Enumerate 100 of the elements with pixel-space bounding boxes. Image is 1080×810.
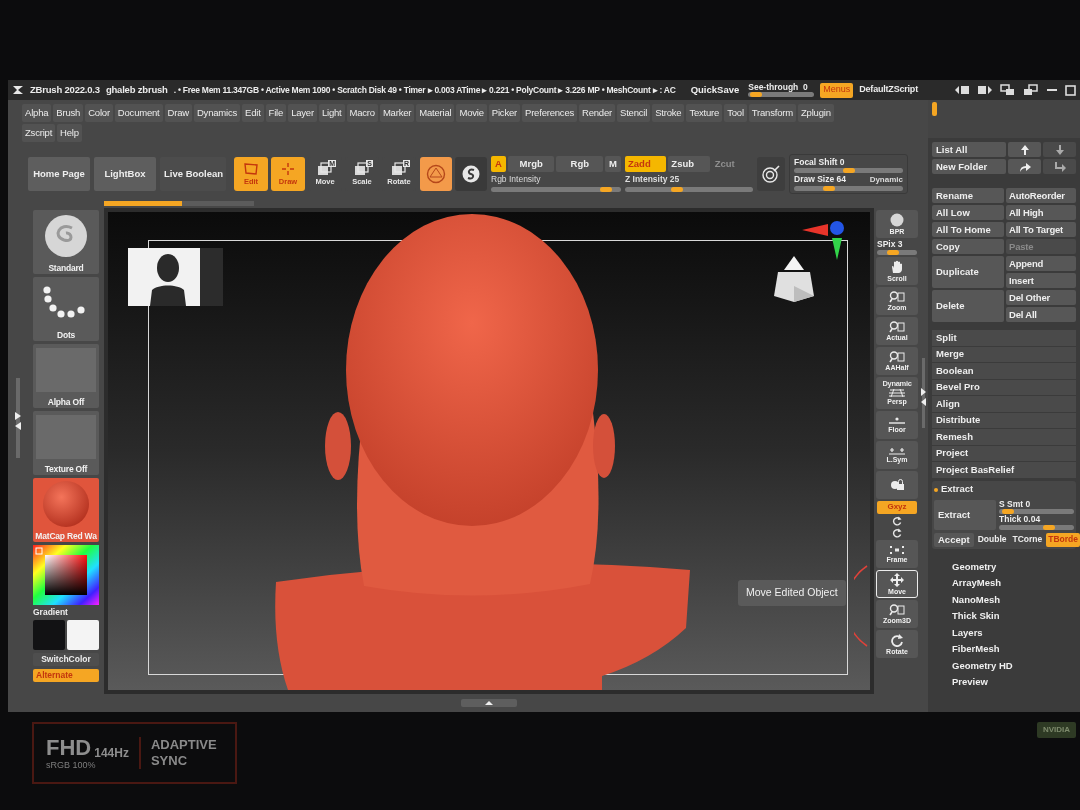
slider-thumb[interactable] xyxy=(886,249,899,255)
command-button[interactable]: Align xyxy=(932,396,1076,413)
menu-item[interactable]: Stencil xyxy=(617,104,651,122)
menu-item[interactable]: Stroke xyxy=(652,104,685,122)
focal-button[interactable] xyxy=(757,157,785,191)
menu-item[interactable]: Color xyxy=(85,104,113,122)
new-folder-button[interactable]: New Folder xyxy=(932,159,1006,174)
menu-item[interactable]: Zplugin xyxy=(797,104,834,122)
menu-item[interactable]: Zscript xyxy=(22,124,56,142)
menu-item[interactable]: Movie xyxy=(456,104,487,122)
action-button[interactable]: Insert xyxy=(1006,273,1076,288)
menu-item[interactable]: Document xyxy=(114,104,163,122)
rotate-arrow-icon[interactable] xyxy=(892,515,902,526)
gradient-button[interactable]: Gradient xyxy=(33,608,99,617)
slider-track[interactable] xyxy=(794,185,903,191)
shelf-item-button[interactable]: Texture Off xyxy=(33,411,99,475)
option-toggle[interactable]: TCorne xyxy=(1010,532,1045,547)
subpalette-item[interactable]: Layers xyxy=(952,624,1076,641)
shelf-item-button[interactable]: Alpha Off xyxy=(33,344,99,408)
action-button[interactable]: All To Target xyxy=(1006,222,1076,237)
color-swatch[interactable] xyxy=(33,619,65,650)
shelf-button[interactable]: Home Page xyxy=(28,157,90,191)
color-mode-button[interactable]: Rgb xyxy=(556,156,604,173)
menu-item[interactable]: Edit xyxy=(242,104,264,122)
menu-item[interactable]: Tool xyxy=(724,104,747,122)
stack-icon[interactable] xyxy=(1023,84,1039,96)
sphere-button[interactable] xyxy=(455,157,487,191)
slider-track[interactable] xyxy=(999,524,1074,530)
axis-gizmo-icon[interactable] xyxy=(802,220,846,260)
menu-item[interactable]: Material xyxy=(416,104,455,122)
arrow-button[interactable] xyxy=(1008,159,1041,174)
shelf-toggle[interactable]: Live Boolean xyxy=(160,157,226,191)
slider-thumb[interactable] xyxy=(842,168,855,173)
accept-button[interactable]: Accept xyxy=(934,532,974,547)
menu-item[interactable]: Picker xyxy=(488,104,520,122)
menu-item[interactable]: Draw xyxy=(164,104,192,122)
subpalette-item[interactable]: FiberMesh xyxy=(952,641,1076,658)
subpalette-item[interactable]: ArrayMesh xyxy=(952,575,1076,592)
menu-item[interactable]: Texture xyxy=(686,104,723,122)
maximize-icon[interactable] xyxy=(1065,84,1076,96)
shelf-item-button[interactable]: Dots xyxy=(33,277,99,341)
slider-thumb[interactable] xyxy=(1043,524,1056,530)
slider-thumb[interactable] xyxy=(671,186,684,192)
slider-track[interactable] xyxy=(491,186,621,192)
tray-handle[interactable] xyxy=(932,102,937,116)
action-button[interactable]: Del All xyxy=(1006,307,1076,322)
viewport-canvas[interactable]: Move Edited Object xyxy=(104,208,874,694)
dynamic-toggle[interactable]: Dynamic xyxy=(869,175,903,184)
action-button[interactable]: All Low xyxy=(932,205,1004,220)
action-button[interactable]: All High xyxy=(1006,205,1076,220)
subpalette-item[interactable]: Geometry HD xyxy=(952,657,1076,674)
arrow-button[interactable] xyxy=(1043,142,1076,157)
color-picker[interactable] xyxy=(33,545,99,605)
shelf-item-button[interactable]: Standard xyxy=(33,210,99,274)
stack-icon[interactable] xyxy=(1000,84,1016,96)
quicksave-button[interactable]: QuickSave xyxy=(687,82,743,98)
menu-item[interactable]: Light xyxy=(318,104,345,122)
rotate-arrow-icon[interactable] xyxy=(892,527,902,538)
subpalette-item[interactable]: Preview xyxy=(952,674,1076,691)
panel-arrow-icon[interactable] xyxy=(977,85,993,95)
menu-item[interactable]: Render xyxy=(579,104,615,122)
action-button[interactable]: Append xyxy=(1006,256,1076,271)
command-button[interactable]: Split xyxy=(932,330,1076,347)
action-button[interactable]: Del Other xyxy=(1006,290,1076,305)
action-button[interactable]: Copy xyxy=(932,239,1004,254)
action-button[interactable]: Duplicate xyxy=(932,256,1004,288)
z-mode-button[interactable]: Zsub xyxy=(668,156,710,173)
subpalette-header[interactable]: Extract xyxy=(934,482,1074,497)
extract-button[interactable]: Extract xyxy=(934,499,996,530)
menu-item[interactable]: Dynamics xyxy=(193,104,241,122)
slider-thumb[interactable] xyxy=(823,185,836,191)
color-mode-button[interactable]: Mrgb xyxy=(507,156,555,173)
panel-arrow-icon[interactable] xyxy=(954,85,970,95)
subpalette-item[interactable]: Geometry xyxy=(952,558,1076,575)
color-swatch[interactable] xyxy=(67,619,99,650)
side-scroll-handle[interactable] xyxy=(14,378,22,458)
slider-track[interactable] xyxy=(748,92,815,98)
panel-toggle-icon[interactable] xyxy=(461,699,517,707)
subpalette-item[interactable]: NanoMesh xyxy=(952,591,1076,608)
slider-thumb[interactable] xyxy=(749,92,762,98)
menu-item[interactable]: Brush xyxy=(53,104,84,122)
arrow-button[interactable] xyxy=(1043,159,1076,174)
option-toggle[interactable]: Double xyxy=(975,532,1009,547)
slider-track[interactable] xyxy=(877,249,917,255)
shelf-item-button[interactable]: MatCap Red Wa xyxy=(33,478,99,542)
menu-item[interactable]: Macro xyxy=(346,104,378,122)
slider-thumb[interactable] xyxy=(1002,509,1015,514)
subpalette-item[interactable]: Thick Skin xyxy=(952,608,1076,625)
command-button[interactable]: Remesh xyxy=(932,429,1076,446)
arrow-button[interactable] xyxy=(1008,142,1041,157)
list-all-button[interactable]: List All xyxy=(932,142,1006,157)
menu-item[interactable]: Transform xyxy=(748,104,796,122)
action-button[interactable]: AutoReorder xyxy=(1006,188,1076,203)
command-button[interactable]: Boolean xyxy=(932,363,1076,380)
slider-thumb[interactable] xyxy=(599,186,612,192)
menu-item[interactable]: Preferences xyxy=(522,104,578,122)
view-button[interactable] xyxy=(876,470,918,499)
menu-item[interactable]: Marker xyxy=(379,104,415,122)
slider-track[interactable] xyxy=(999,509,1074,514)
command-button[interactable]: Project BasRelief xyxy=(932,462,1076,479)
